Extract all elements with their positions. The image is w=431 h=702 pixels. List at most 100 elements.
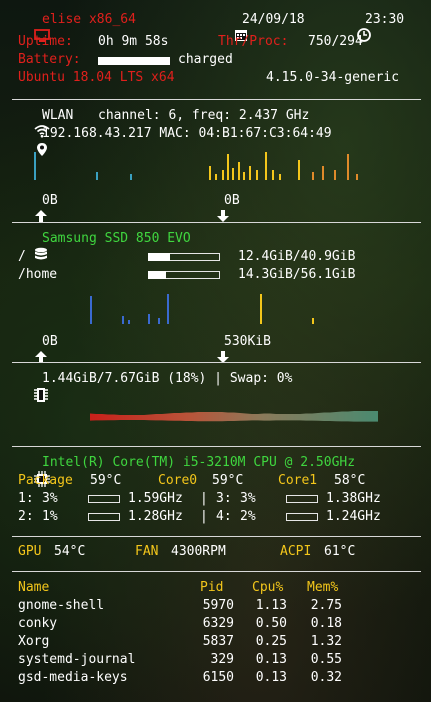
process-pid: 5970	[202, 598, 234, 613]
process-pid: 329	[210, 652, 234, 667]
cpu-chip-icon	[18, 455, 50, 487]
battery-status: charged	[178, 52, 233, 67]
process-pid: 5837	[202, 634, 234, 649]
core1-temp: 58°C	[334, 473, 366, 488]
process-mem: 0.55	[310, 652, 342, 667]
core-frequency: 1.59GHz	[128, 491, 183, 506]
date-text: 24/09/18	[242, 12, 305, 27]
network-activity-bar	[347, 154, 349, 180]
mount-path: /home	[18, 267, 58, 282]
os-text: Ubuntu 18.04 LTS x64	[18, 70, 175, 85]
download-arrow-icon	[200, 193, 229, 222]
battery-bar	[98, 57, 170, 65]
wifi-icon	[18, 107, 50, 138]
process-name: Xorg	[18, 634, 50, 649]
mount-usage: 14.3GiB/56.1GiB	[238, 267, 356, 282]
package-temp-label: Package	[18, 473, 73, 488]
disk-read-speed: 0B	[42, 334, 58, 349]
disk-activity-bar	[312, 318, 314, 324]
network-activity-bar	[232, 168, 234, 180]
gpu-temp: 54°C	[54, 544, 86, 559]
battery-label: Battery:	[18, 52, 81, 67]
thr-proc-value: 750/294	[308, 34, 363, 49]
process-name: gsd-media-keys	[18, 670, 128, 685]
network-graph	[34, 152, 358, 180]
location-pin-icon	[20, 126, 47, 156]
network-activity-bar	[249, 166, 251, 180]
uptime-value: 0h 9m 58s	[98, 34, 169, 49]
network-activity-bar	[227, 154, 229, 180]
core-frequency: 1.38GHz	[326, 491, 381, 506]
core-load-bar	[88, 495, 120, 503]
process-cpu: 0.13	[255, 652, 287, 667]
network-activity-bar	[265, 152, 267, 180]
process-pid: 6329	[202, 616, 234, 631]
database-icon	[18, 231, 47, 260]
cpu-model: Intel(R) Core(TM) i5-3210M CPU @ 2.50GHz	[42, 455, 356, 470]
process-mem: 0.32	[310, 670, 342, 685]
network-activity-bar	[334, 170, 336, 180]
divider	[12, 222, 421, 223]
network-activity-bar	[312, 172, 314, 180]
acpi-temp-label: ACPI	[280, 544, 312, 559]
core-load: 2%	[240, 509, 256, 524]
core-load-bar	[88, 513, 120, 521]
memory-graph	[90, 411, 378, 422]
computer-icon	[18, 12, 50, 42]
divider	[12, 571, 421, 572]
memory-chip-icon	[18, 371, 48, 402]
process-cpu: 0.25	[255, 634, 287, 649]
mount-usage-bar	[148, 271, 220, 279]
network-activity-bar	[279, 174, 281, 180]
core-separator: |	[200, 509, 208, 524]
process-name: gnome-shell	[18, 598, 105, 613]
core0-temp: 59°C	[212, 473, 244, 488]
network-activity-bar	[243, 172, 245, 180]
thr-proc-label: Thr/Proc:	[218, 34, 289, 49]
process-mem: 0.18	[310, 616, 342, 631]
fan-label: FAN	[135, 544, 159, 559]
core-id: 3:	[216, 491, 232, 506]
disk-activity-bar	[148, 314, 150, 324]
mount-usage-bar	[148, 253, 220, 261]
process-header-pid: Pid	[200, 580, 224, 595]
uptime-label: Uptime:	[18, 34, 73, 49]
network-activity-bar	[322, 166, 324, 180]
network-activity-bar	[256, 170, 258, 180]
network-activity-bar	[238, 162, 240, 180]
divider	[12, 536, 421, 537]
core-id: 4:	[216, 509, 232, 524]
process-cpu: 0.13	[255, 670, 287, 685]
core0-temp-label: Core0	[158, 473, 198, 488]
disk-model: Samsung SSD 850 EVO	[42, 231, 191, 246]
network-activity-bar	[130, 174, 132, 180]
time-text: 23:30	[365, 12, 405, 27]
divider	[12, 446, 421, 447]
core1-temp-label: Core1	[278, 473, 318, 488]
memory-usage: 1.44GiB/7.67GiB (18%) | Swap: 0%	[42, 371, 293, 386]
process-header-cpu: Cpu%	[252, 580, 284, 595]
core-load: 3%	[240, 491, 256, 506]
divider	[12, 362, 421, 363]
disk-write-speed: 530KiB	[224, 334, 271, 349]
disk-activity-bar	[90, 296, 92, 324]
core-load: 3%	[42, 491, 58, 506]
core-frequency: 1.28GHz	[128, 509, 183, 524]
core-id: 1:	[18, 491, 34, 506]
process-cpu: 1.13	[255, 598, 287, 613]
core-separator: |	[200, 491, 208, 506]
network-activity-bar	[356, 174, 358, 180]
process-cpu: 0.50	[255, 616, 287, 631]
gpu-temp-label: GPU	[18, 544, 42, 559]
process-name: conky	[18, 616, 58, 631]
core-load-bar	[286, 495, 318, 503]
disk-activity-bar	[167, 294, 169, 324]
wlan-label: WLAN	[42, 108, 74, 123]
mount-usage: 12.4GiB/40.9GiB	[238, 249, 356, 264]
wlan-channel-info: channel: 6, freq: 2.437 GHz	[98, 108, 310, 123]
process-mem: 2.75	[310, 598, 342, 613]
hostname: elise x86_64	[42, 12, 136, 27]
kernel-text: 4.15.0-34-generic	[266, 70, 400, 85]
package-temp: 59°C	[90, 473, 122, 488]
core-load-bar	[286, 513, 318, 521]
